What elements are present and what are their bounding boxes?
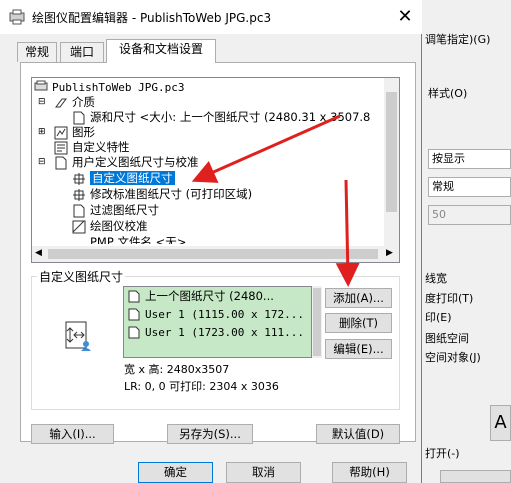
tab-device-document-settings[interactable]: 设备和文档设置 xyxy=(106,39,216,63)
annotation-arrows xyxy=(191,114,360,287)
arrow-to-add-button xyxy=(335,179,360,287)
arrow-to-custom-size xyxy=(191,114,341,183)
